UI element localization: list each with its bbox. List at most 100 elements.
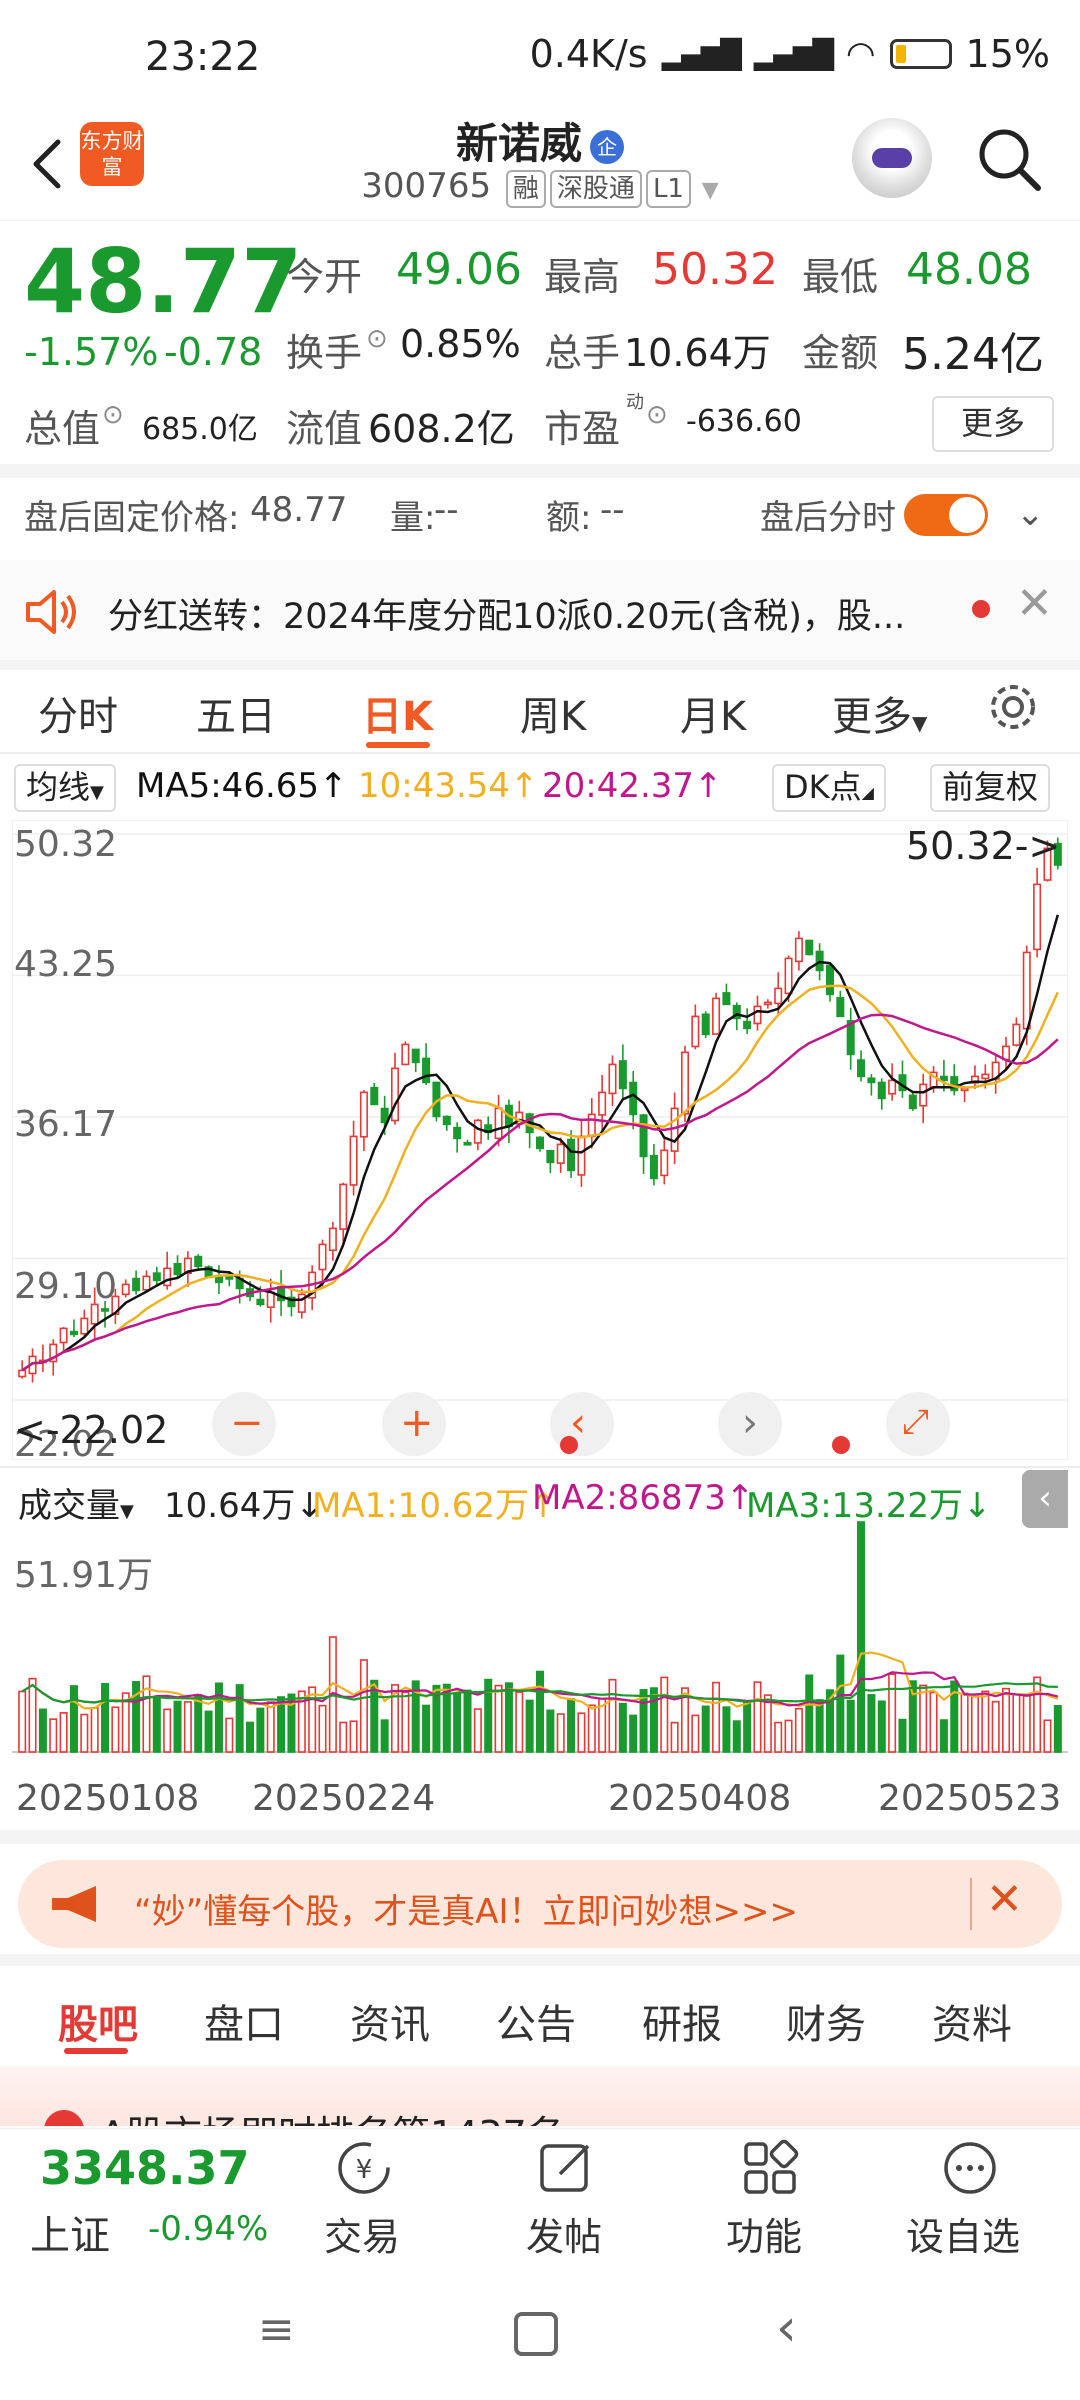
volume-bar (629, 1714, 638, 1753)
tab-research[interactable]: 研报 (642, 1992, 722, 2050)
dk-point-button[interactable]: DK点◢ (772, 764, 886, 812)
more-dots-icon[interactable] (940, 2138, 1000, 2198)
turnover-info-icon[interactable]: ⊙ (366, 324, 388, 354)
candle-body (225, 1276, 234, 1280)
tab-daily-k[interactable]: 日K (362, 684, 433, 742)
trade-button[interactable]: 交易 (324, 2206, 400, 2261)
close-icon[interactable]: ✕ (1016, 578, 1053, 629)
candle-body (152, 1272, 161, 1282)
divider (0, 1466, 1080, 1468)
after-hours-label: 盘后固定价格: (24, 498, 240, 538)
volume-bar (836, 1654, 845, 1753)
dividend-notice[interactable]: 分红送转：2024年度分配10派0.20元(含税)，股... ✕ (0, 560, 1080, 660)
dropdown-icon: ▼ (90, 782, 104, 803)
volume-bar (401, 1691, 410, 1753)
tab-monthly-k[interactable]: 月K (680, 684, 746, 742)
volume-bar (101, 1682, 110, 1753)
scroll-right-button[interactable]: › (718, 1392, 782, 1456)
candle-body (753, 1005, 762, 1025)
level-tag[interactable]: L1 (645, 170, 691, 208)
functions-grid-icon[interactable] (740, 2138, 800, 2198)
post-button[interactable]: 发帖 (526, 2206, 602, 2261)
candle-body (318, 1243, 327, 1271)
volume-bar (587, 1704, 596, 1753)
change-pct: -1.57% (24, 330, 159, 374)
notice-text: 分红送转：2024年度分配10派0.20元(含税)，股... (108, 597, 906, 637)
mcap-info-icon[interactable]: ⊙ (102, 400, 124, 430)
tab-guba[interactable]: 股吧 (58, 1992, 138, 2050)
functions-button[interactable]: 功能 (726, 2206, 802, 2261)
tab-more-label: 更多 (832, 694, 912, 740)
after-hours-toggle[interactable] (904, 494, 988, 536)
volume-bar (815, 1699, 824, 1753)
volume-bar (256, 1707, 265, 1753)
candle-body (691, 1015, 700, 1048)
ranking-banner[interactable]: A股市场即时排名第1437名 (0, 2066, 1080, 2126)
trade-icon[interactable]: ¥ (334, 2138, 394, 2198)
volume-bar (567, 1698, 576, 1753)
tab-announcements[interactable]: 公告 (496, 1992, 576, 2050)
candle-body (556, 1143, 565, 1164)
volume-bar (69, 1685, 78, 1753)
tab-news[interactable]: 资讯 (350, 1992, 430, 2050)
tab-pankou[interactable]: 盘口 (204, 1992, 284, 2050)
low-value: 48.08 (906, 244, 1032, 295)
ranking-text: A股市场即时排名第1437名 (100, 2104, 565, 2126)
candle-body (370, 1086, 379, 1106)
candle-body (774, 987, 783, 1005)
ma-selector[interactable]: 均线▼ (14, 764, 116, 812)
fullscreen-button[interactable]: ⤢ (886, 1392, 950, 1456)
volume-bar (784, 1719, 793, 1753)
add-watchlist-button[interactable]: 设自选 (906, 2206, 1020, 2261)
adjust-button[interactable]: 前复权 (930, 764, 1051, 812)
tab-more[interactable]: 更多▼ (832, 684, 927, 742)
ai-promo-text: “妙”懂每个股，才是真AI！立即问妙想>>> (134, 1892, 798, 1932)
volume-bar (867, 1694, 876, 1753)
home-icon[interactable] (514, 2312, 558, 2356)
tab-profile[interactable]: 资料 (932, 1992, 1012, 2050)
volume-chart[interactable] (12, 1512, 1068, 1768)
volume-bar (753, 1681, 762, 1753)
candle-body (618, 1060, 627, 1090)
signal-icon: ▂▄▆█ (661, 37, 742, 71)
tab-weekly-k[interactable]: 周K (520, 684, 586, 742)
mcap-label: 总值 (24, 407, 101, 451)
tab-five-day[interactable]: 五日 (196, 684, 276, 742)
ai-promo-banner[interactable]: “妙”懂每个股，才是真AI！立即问妙想>>> ✕ (18, 1860, 1062, 1948)
index-value[interactable]: 3348.37 (40, 2141, 250, 2195)
volume-bar (981, 1690, 990, 1753)
candle-body (794, 937, 803, 963)
candle-body (867, 1077, 876, 1084)
tab-financials[interactable]: 财务 (786, 1992, 866, 2050)
candle-body (101, 1308, 110, 1312)
index-name[interactable]: 上证 (30, 2203, 110, 2261)
unread-dot (972, 600, 990, 618)
ai-assistant-avatar[interactable] (852, 118, 932, 198)
zoom-in-button[interactable]: + (382, 1392, 446, 1456)
tab-intraday[interactable]: 分时 (38, 684, 118, 742)
post-icon[interactable] (536, 2138, 596, 2198)
candle-body (69, 1330, 78, 1336)
float-value: 608.2亿 (368, 407, 515, 451)
volume-bar (732, 1720, 741, 1753)
close-icon[interactable]: ✕ (986, 1874, 1023, 1925)
candlestick-chart[interactable] (12, 820, 1068, 1460)
menu-icon[interactable]: ≡ (258, 2304, 295, 2355)
more-quote-button[interactable]: 更多 (932, 396, 1054, 452)
candle-body (80, 1317, 89, 1335)
candle-body (494, 1107, 503, 1140)
divider (0, 1830, 1080, 1844)
candle-body (577, 1135, 586, 1176)
back-nav-icon[interactable]: ‹ (776, 2298, 797, 2358)
event-dot[interactable] (560, 1436, 578, 1454)
volume-bar (991, 1700, 1000, 1753)
event-dot[interactable] (832, 1436, 850, 1454)
settings-gear-icon[interactable] (986, 680, 1040, 734)
pe-label: 市盈 (544, 407, 621, 451)
zoom-out-button[interactable]: − (212, 1392, 276, 1456)
volume-bar (38, 1708, 47, 1753)
search-icon[interactable] (974, 124, 1044, 194)
level-dropdown-icon[interactable]: ▼ (702, 178, 719, 203)
expand-chevron-icon[interactable]: ⌄ (1016, 494, 1045, 534)
pe-info-icon[interactable]: ⊙ (646, 400, 668, 430)
